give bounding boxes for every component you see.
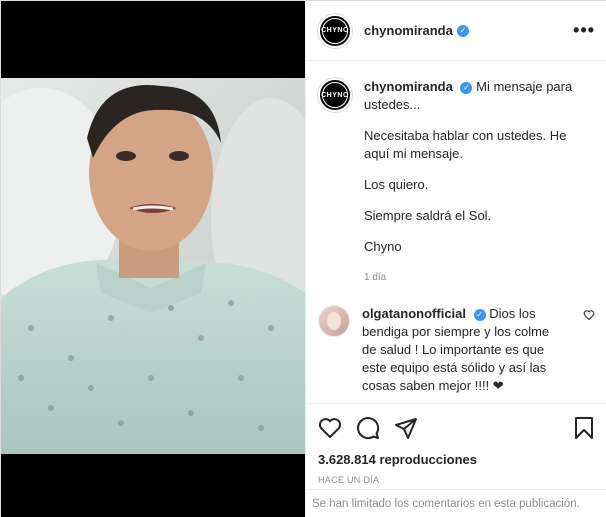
commenter-verified-icon: ✓ xyxy=(473,308,486,321)
caption-text-2: Necesitaba hablar con ustedes. He aquí m… xyxy=(364,128,567,161)
video-media[interactable] xyxy=(1,1,305,517)
caption: CHYNO chynomiranda ✓ Mi mensaje para ust… xyxy=(318,78,595,287)
like-icon[interactable] xyxy=(318,416,342,440)
caption-avatar[interactable]: CHYNO xyxy=(318,78,352,112)
video-still xyxy=(1,78,305,454)
caption-text-5: Chyno xyxy=(364,239,402,254)
post-timestamp[interactable]: HACE UN DÍA xyxy=(318,475,595,485)
action-icons xyxy=(318,412,595,444)
caption-text-3: Los quiero. xyxy=(364,177,429,192)
caption-first-line: chynomiranda ✓ Mi mensaje para ustedes..… xyxy=(364,78,595,114)
comment-item: olgatanonofficial ✓ Dios los bendiga por… xyxy=(318,305,595,395)
caption-text-4: Siempre saldrá el Sol. xyxy=(364,208,492,223)
instagram-post: CHYNO chynomiranda ✓ ••• CHYNO chynomira… xyxy=(0,0,606,517)
post-actions: 3.628.814 reproducciones HACE UN DÍA xyxy=(306,403,606,485)
comment-like-icon[interactable] xyxy=(583,305,595,395)
comment-icon[interactable] xyxy=(356,416,380,440)
commenter-username[interactable]: olgatanonofficial xyxy=(362,306,466,321)
caption-time[interactable]: 1 día xyxy=(364,269,595,287)
post-header: CHYNO chynomiranda ✓ ••• xyxy=(306,1,606,61)
profile-avatar[interactable]: CHYNO xyxy=(318,13,352,48)
caption-username[interactable]: chynomiranda xyxy=(364,79,453,94)
caption-body: chynomiranda ✓ Mi mensaje para ustedes..… xyxy=(364,78,595,287)
caption-verified-icon: ✓ xyxy=(460,81,473,94)
video-frame[interactable] xyxy=(1,78,305,454)
verified-icon: ✓ xyxy=(456,24,469,37)
save-bookmark-icon[interactable] xyxy=(573,416,595,440)
header-username[interactable]: chynomiranda xyxy=(364,23,453,38)
view-count[interactable]: 3.628.814 reproducciones xyxy=(318,452,595,467)
caption-avatar-logo: CHYNO xyxy=(321,82,348,108)
comments-limited-notice: Se han limitado los comentarios en esta … xyxy=(306,489,606,517)
post-sidebar: CHYNO chynomiranda ✓ ••• CHYNO chynomira… xyxy=(305,1,606,517)
comment-body: olgatanonofficial ✓ Dios los bendiga por… xyxy=(362,305,560,395)
comments-section[interactable]: CHYNO chynomiranda ✓ Mi mensaje para ust… xyxy=(306,62,606,403)
avatar-logo: CHYNO xyxy=(321,17,348,44)
more-options-icon[interactable]: ••• xyxy=(573,20,595,41)
share-icon[interactable] xyxy=(394,416,418,440)
commenter-avatar[interactable] xyxy=(318,305,350,337)
